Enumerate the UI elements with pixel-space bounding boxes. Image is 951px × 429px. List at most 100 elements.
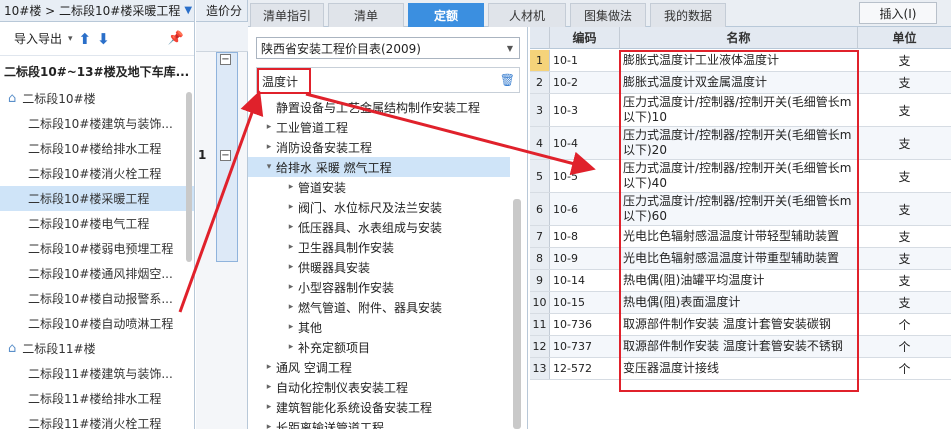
- chapter-tree-item[interactable]: ▸ 小型容器制作安装: [248, 277, 510, 297]
- insert-button[interactable]: 插入(I): [859, 2, 937, 24]
- table-row[interactable]: 10 10-15 热电偶(阻)表面温度计 支: [530, 292, 951, 314]
- chapter-tree-item[interactable]: ▸ 建筑智能化系统设备安装工程: [248, 397, 510, 417]
- chevron-right-icon[interactable]: ▸: [284, 242, 298, 252]
- tab-0[interactable]: 清单指引: [250, 3, 324, 27]
- tree-item[interactable]: 二标段10#楼电气工程: [0, 211, 194, 236]
- chevron-right-icon[interactable]: ▸: [284, 262, 298, 272]
- header-unit[interactable]: 单位: [858, 27, 951, 49]
- tree-item[interactable]: 二标段10#楼建筑与装饰...: [0, 111, 194, 136]
- table-row[interactable]: 5 10-5 压力式温度计/控制器/控制开关(毛细管长m以下)40 支: [530, 160, 951, 193]
- move-up-icon[interactable]: ⬆: [79, 30, 92, 48]
- chapter-tree-item[interactable]: ▸ 阀门、水位标尺及法兰安装: [248, 197, 510, 217]
- chapter-tree-item[interactable]: ▸ 消防设备安装工程: [248, 137, 510, 157]
- tab-3[interactable]: 人材机: [488, 3, 566, 27]
- chevron-right-icon[interactable]: ▸: [262, 142, 276, 152]
- chevron-right-icon[interactable]: ▸: [284, 322, 298, 332]
- tree-item[interactable]: 二标段10#楼通风排烟空...: [0, 261, 194, 286]
- project-breadcrumb[interactable]: 10#楼 > 二标段10#楼采暖工程 ▼: [0, 0, 194, 22]
- table-row[interactable]: 11 10-736 取源部件制作安装 温度计套管安装碳钢 个: [530, 314, 951, 336]
- chevron-right-icon[interactable]: ▸: [262, 422, 276, 429]
- chevron-right-icon[interactable]: ▸: [284, 222, 298, 232]
- chevron-right-icon[interactable]: ▸: [262, 362, 276, 372]
- tree-item[interactable]: 二标段10#楼采暖工程: [0, 186, 194, 211]
- chapter-tree-item[interactable]: ▸ 燃气管道、附件、器具安装: [248, 297, 510, 317]
- chevron-right-icon[interactable]: ▸: [262, 122, 276, 132]
- move-down-icon[interactable]: ⬇: [97, 30, 110, 48]
- chapter-tree-item[interactable]: ▾ 给排水 采暖 燃气工程: [248, 157, 510, 177]
- table-row[interactable]: 2 10-2 膨胀式温度计双金属温度计 支: [530, 72, 951, 94]
- chevron-right-icon[interactable]: ▸: [284, 182, 298, 192]
- row-number: 1: [198, 148, 207, 162]
- library-select[interactable]: 陕西省安装工程价目表(2009) ▼: [256, 37, 520, 59]
- collapse-icon[interactable]: −: [220, 150, 231, 161]
- tree-item[interactable]: 二标段11#楼建筑与装饰...: [0, 361, 194, 386]
- chevron-down-icon[interactable]: ▼: [507, 44, 513, 53]
- row-code: 10-6: [550, 193, 620, 225]
- search-input[interactable]: 温度计: [257, 68, 311, 94]
- table-row[interactable]: 7 10-8 光电比色辐射感温温度计带轻型辅助装置 支: [530, 226, 951, 248]
- tree-item[interactable]: 二标段11#楼消火栓工程: [0, 411, 194, 429]
- table-row[interactable]: 3 10-3 压力式温度计/控制器/控制开关(毛细管长m以下)10 支: [530, 94, 951, 127]
- tree-item-label: 二标段10#楼: [22, 92, 96, 106]
- chapter-tree-item[interactable]: ▸ 工业管道工程: [248, 117, 510, 137]
- chevron-right-icon[interactable]: ▸: [284, 282, 298, 292]
- tree-item[interactable]: 二标段10#楼消火栓工程: [0, 161, 194, 186]
- chapter-tree-scrollbar[interactable]: [513, 199, 521, 429]
- chapter-tree-item[interactable]: ▸ 通风 空调工程: [248, 357, 510, 377]
- chapter-tree-item[interactable]: ▸ 长距离输送管道工程: [248, 417, 510, 429]
- chevron-right-icon[interactable]: ▸: [262, 402, 276, 412]
- chapter-tree-label: 燃气管道、附件、器具安装: [298, 300, 443, 315]
- tab-5[interactable]: 我的数据: [650, 3, 726, 27]
- table-row[interactable]: 8 10-9 光电比色辐射感温温度计带重型辅助装置 支: [530, 248, 951, 270]
- tree-group-item[interactable]: ⌂ 二标段11#楼: [0, 336, 194, 361]
- table-row[interactable]: 12 10-737 取源部件制作安装 温度计套管安装不锈钢 个: [530, 336, 951, 358]
- chapter-tree-item[interactable]: ▸ 卫生器具制作安装: [248, 237, 510, 257]
- tab-1[interactable]: 清单: [328, 3, 404, 27]
- tree-node-list: ⌂ 二标段10#楼 二标段10#楼建筑与装饰... 二标段10#楼给排水工程 二标段10…: [0, 86, 194, 429]
- chapter-tree-item[interactable]: ▸ 补充定额项目: [248, 337, 510, 357]
- chapter-tree-label: 阀门、水位标尺及法兰安装: [298, 200, 443, 215]
- chapter-tree-item[interactable]: ▸ 低压器具、水表组成与安装: [248, 217, 510, 237]
- table-row[interactable]: 1 10-1 膨胀式温度计工业液体温度计 支: [530, 50, 951, 72]
- chevron-down-icon[interactable]: ▾: [262, 162, 276, 172]
- chapter-tree-item[interactable]: ▸ 供暖器具安装: [248, 257, 510, 277]
- pin-icon[interactable]: 📌: [168, 31, 184, 46]
- tree-item[interactable]: 二标段10#楼弱电预埋工程: [0, 236, 194, 261]
- collapse-icon[interactable]: −: [220, 54, 231, 65]
- tree-group-item[interactable]: ⌂ 二标段10#楼: [0, 86, 194, 111]
- tab-cost-analysis[interactable]: 造价分: [196, 0, 247, 22]
- row-code: 12-572: [550, 358, 620, 379]
- chevron-right-icon[interactable]: ▸: [262, 382, 276, 392]
- tab-4[interactable]: 图集做法: [570, 3, 646, 27]
- tree-item[interactable]: 二标段10#楼自动报警系...: [0, 286, 194, 311]
- tree-item-label: 二标段11#楼建筑与装饰...: [28, 367, 173, 381]
- chevron-down-icon[interactable]: ▼: [184, 5, 192, 16]
- project-breadcrumb-label: 10#楼 > 二标段10#楼采暖工程: [4, 4, 181, 18]
- home-icon: ⌂: [8, 91, 17, 106]
- table-row[interactable]: 9 10-14 热电偶(阻)油罐平均温度计 支: [530, 270, 951, 292]
- chevron-down-icon[interactable]: ▾: [68, 34, 73, 44]
- chevron-right-icon[interactable]: ▸: [284, 202, 298, 212]
- tree-item[interactable]: 二标段10#楼给排水工程: [0, 136, 194, 161]
- chevron-right-icon[interactable]: ▸: [284, 302, 298, 312]
- header-code[interactable]: 编码: [550, 27, 620, 49]
- import-export-menu[interactable]: 导入导出: [14, 30, 62, 47]
- table-row[interactable]: 6 10-6 压力式温度计/控制器/控制开关(毛细管长m以下)60 支: [530, 193, 951, 226]
- chapter-tree-item[interactable]: 静置设备与工艺金属结构制作安装工程: [248, 97, 510, 117]
- chapter-tree-item[interactable]: ▸ 其他: [248, 317, 510, 337]
- tree-item[interactable]: 二标段10#楼自动喷淋工程: [0, 311, 194, 336]
- tab-2[interactable]: 定额: [408, 3, 484, 27]
- quota-result-table: 编码 名称 单位 1 10-1 膨胀式温度计工业液体温度计支 2 10-2 膨胀式温度计双…: [530, 27, 951, 429]
- table-row[interactable]: 4 10-4 压力式温度计/控制器/控制开关(毛细管长m以下)20 支: [530, 127, 951, 160]
- tree-root[interactable]: 二标段10#~13#楼及地下车库...: [0, 56, 194, 86]
- tree-scrollbar[interactable]: [186, 92, 192, 262]
- chapter-tree-item[interactable]: ▸ 管道安装: [248, 177, 510, 197]
- chapter-tree-item[interactable]: ▸ 自动化控制仪表安装工程: [248, 377, 510, 397]
- row-name: 变压器温度计接线: [620, 358, 858, 379]
- chevron-right-icon[interactable]: ▸: [284, 342, 298, 352]
- search-clear-icon[interactable]: 🗑: [500, 73, 515, 87]
- table-row[interactable]: 13 12-572 变压器温度计接线 个: [530, 358, 951, 380]
- tree-item[interactable]: 二标段11#楼给排水工程: [0, 386, 194, 411]
- search-field[interactable]: 温度计 🗑: [256, 67, 520, 94]
- header-name[interactable]: 名称: [620, 27, 858, 49]
